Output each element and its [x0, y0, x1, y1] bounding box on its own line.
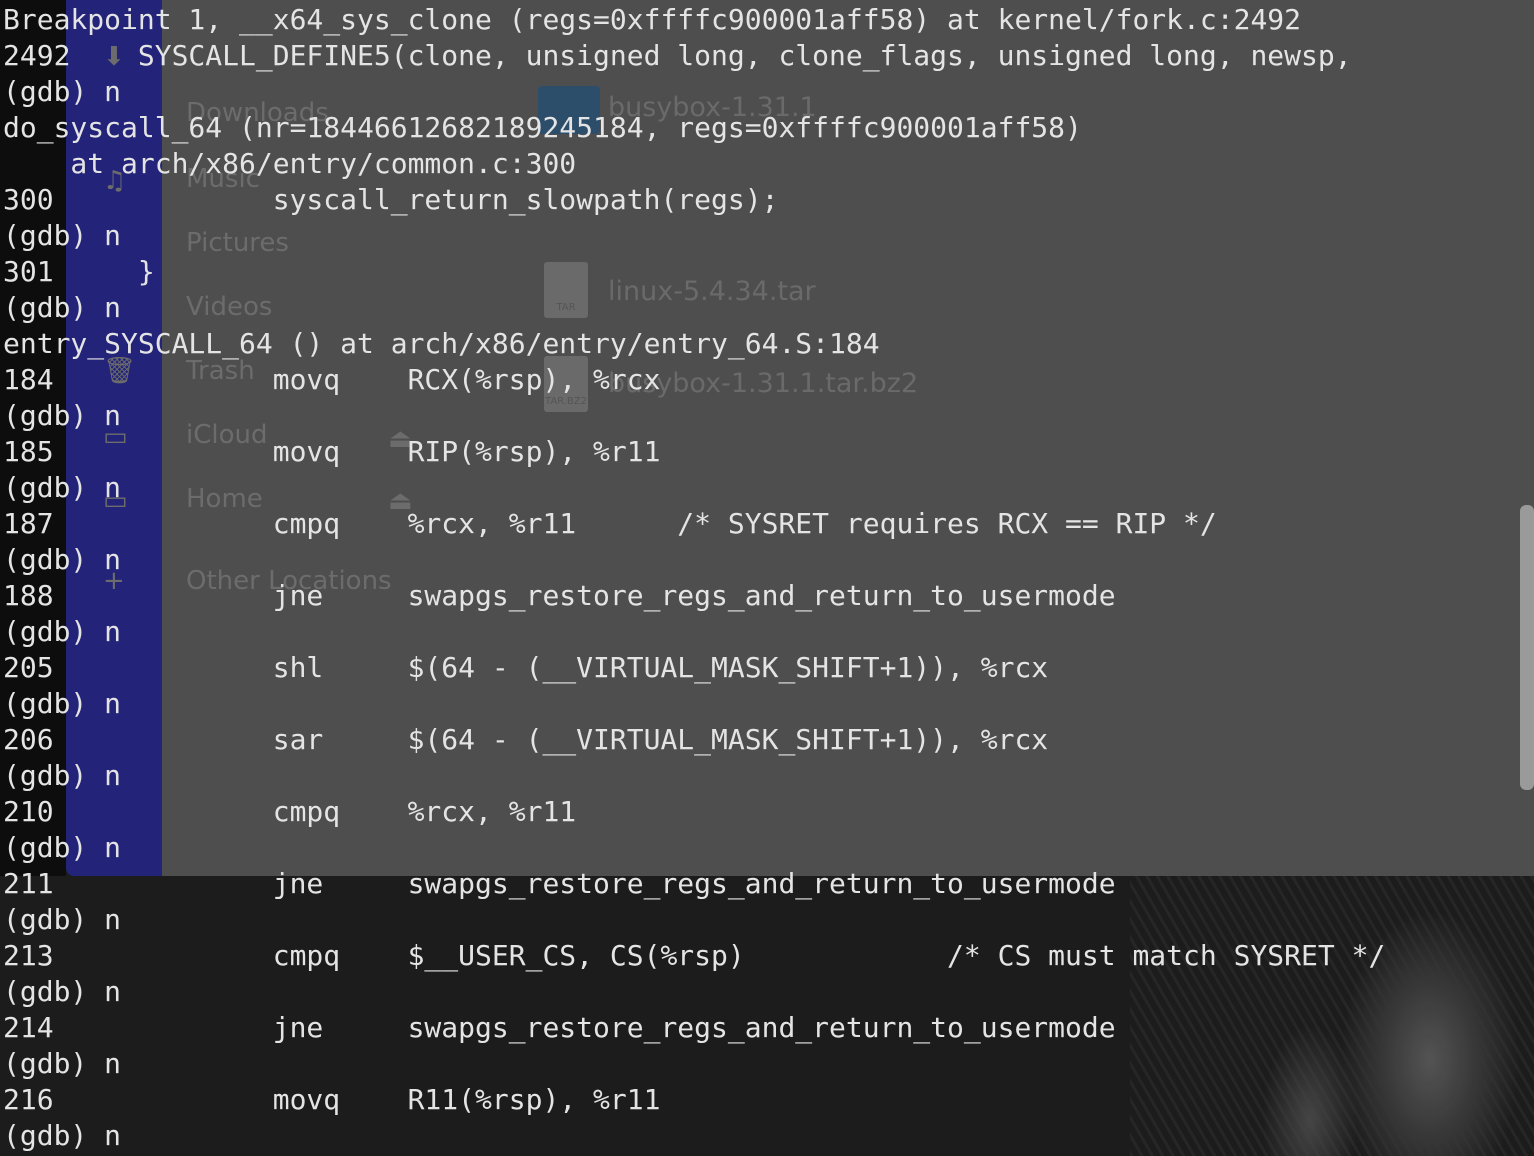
gdb-prompt-line: (gdb) n: [3, 615, 122, 648]
gdb-prompt-line: (gdb) n: [3, 1047, 122, 1080]
terminal-line: 206 sar $(64 - (__VIRTUAL_MASK_SHIFT+1))…: [3, 723, 1049, 756]
terminal-line: 210 cmpq %rcx, %r11: [3, 795, 577, 828]
terminal-line: do_syscall_64 (nr=18446612682189245184, …: [3, 111, 1082, 144]
gdb-prompt-line: (gdb) n: [3, 975, 122, 1008]
terminal-line: 216 movq R11(%rsp), %r11: [3, 1083, 661, 1116]
terminal-line: 301 }: [3, 255, 155, 288]
terminal-line: entry_SYSCALL_64 () at arch/x86/entry/en…: [3, 327, 880, 360]
gdb-prompt-line: (gdb) n: [3, 1119, 122, 1152]
terminal-line: 2492 SYSCALL_DEFINE5(clone, unsigned lon…: [3, 39, 1352, 72]
terminal-line: 205 shl $(64 - (__VIRTUAL_MASK_SHIFT+1))…: [3, 651, 1049, 684]
gdb-prompt-line: (gdb) n: [3, 759, 122, 792]
terminal-line: 300 syscall_return_slowpath(regs);: [3, 183, 779, 216]
terminal-line: 214 jne swapgs_restore_regs_and_return_t…: [3, 1011, 1116, 1044]
terminal-line: 187 cmpq %rcx, %r11 /* SYSRET requires R…: [3, 507, 1217, 540]
gdb-prompt-line: (gdb) n: [3, 687, 122, 720]
gdb-prompt-line: (gdb) n: [3, 471, 122, 504]
terminal-line: 185 movq RIP(%rsp), %r11: [3, 435, 661, 468]
terminal-line: 213 cmpq $__USER_CS, CS(%rsp) /* CS must…: [3, 939, 1386, 972]
gdb-prompt-line: (gdb) n: [3, 291, 122, 324]
terminal-line: 188 jne swapgs_restore_regs_and_return_t…: [3, 579, 1116, 612]
gdb-prompt-line: (gdb) n: [3, 219, 122, 252]
gdb-prompt-line: (gdb) n: [3, 399, 122, 432]
terminal-line: 184 movq RCX(%rsp), %rcx: [3, 363, 661, 396]
terminal-line: 211 jne swapgs_restore_regs_and_return_t…: [3, 867, 1116, 900]
terminal-output[interactable]: Breakpoint 1, __x64_sys_clone (regs=0xff…: [0, 0, 1534, 1156]
gdb-prompt-line: (gdb) n: [3, 903, 122, 936]
terminal-line: at arch/x86/entry/common.c:300: [3, 147, 577, 180]
gdb-prompt-line: (gdb) n: [3, 543, 122, 576]
gdb-prompt-line: (gdb) n: [3, 75, 122, 108]
terminal-line: Breakpoint 1, __x64_sys_clone (regs=0xff…: [3, 3, 1302, 36]
gdb-prompt-line: (gdb) n: [3, 831, 122, 864]
